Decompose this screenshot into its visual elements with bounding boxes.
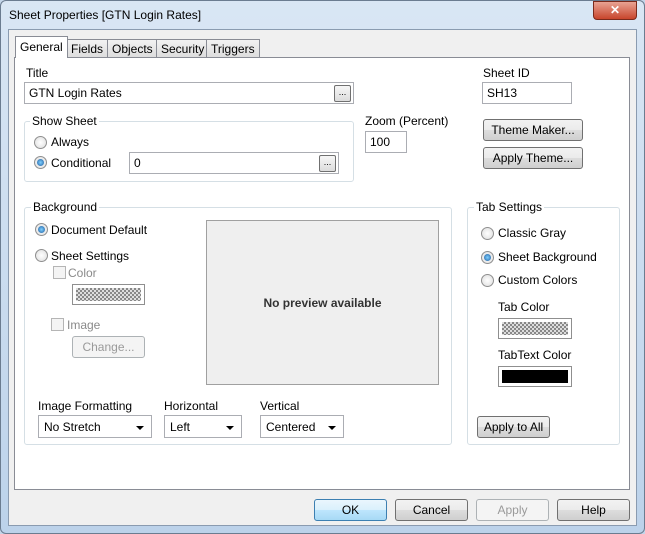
always-label: Always <box>51 135 90 149</box>
apply-button[interactable]: Apply <box>476 499 549 521</box>
preview-text: No preview available <box>263 295 382 310</box>
cancel-button[interactable]: Cancel <box>395 499 468 521</box>
title-expression-button[interactable]: ... <box>334 85 351 102</box>
apply-to-all-button[interactable]: Apply to All <box>477 416 550 438</box>
preview-area: No preview available <box>206 220 439 385</box>
horizontal-label: Horizontal <box>164 399 219 413</box>
sheet-id-input[interactable]: SH13 <box>482 82 572 104</box>
sheet-settings-label: Sheet Settings <box>51 249 130 263</box>
tab-color-label: Tab Color <box>498 300 550 314</box>
horizontal-select[interactable]: Left <box>164 415 242 438</box>
title-label: Title <box>26 66 49 80</box>
change-image-button[interactable]: Change... <box>72 336 145 358</box>
background-color-swatch[interactable] <box>72 284 145 305</box>
theme-maker-button[interactable]: Theme Maker... <box>483 119 583 141</box>
document-default-radio[interactable] <box>35 223 48 236</box>
window-title: Sheet Properties [GTN Login Rates] <box>9 8 202 22</box>
document-default-label: Document Default <box>51 223 148 237</box>
apply-theme-button[interactable]: Apply Theme... <box>483 147 583 169</box>
always-radio[interactable] <box>34 136 47 149</box>
custom-colors-label: Custom Colors <box>498 273 578 287</box>
condition-expression-button[interactable]: ... <box>319 155 336 172</box>
tab-text-color-swatch[interactable] <box>498 366 572 387</box>
classic-gray-label: Classic Gray <box>498 226 567 240</box>
color-label: Color <box>68 266 97 280</box>
tab-triggers[interactable]: Triggers <box>206 39 260 58</box>
zoom-label: Zoom (Percent) <box>365 114 449 128</box>
zoom-input[interactable]: 100 <box>365 131 407 153</box>
color-checkbox[interactable] <box>53 266 66 279</box>
sheet-settings-radio[interactable] <box>35 249 48 262</box>
classic-gray-radio[interactable] <box>481 227 494 240</box>
tab-security[interactable]: Security <box>156 39 210 58</box>
tab-objects[interactable]: Objects <box>107 39 158 58</box>
show-sheet-label: Show Sheet <box>30 114 99 128</box>
conditional-radio[interactable] <box>34 156 47 169</box>
vertical-select[interactable]: Centered <box>260 415 344 438</box>
tab-fields[interactable]: Fields <box>66 39 109 58</box>
image-label: Image <box>67 318 101 332</box>
image-checkbox[interactable] <box>51 318 64 331</box>
help-button[interactable]: Help <box>557 499 630 521</box>
image-formatting-label: Image Formatting <box>38 399 133 413</box>
tab-color-swatch[interactable] <box>498 318 572 339</box>
close-button[interactable]: ✕ <box>593 1 637 20</box>
ok-button[interactable]: OK <box>314 499 387 521</box>
conditional-label: Conditional <box>51 156 112 170</box>
condition-input[interactable]: 0 <box>129 152 339 174</box>
sheet-background-radio[interactable] <box>481 251 494 264</box>
tab-settings-label: Tab Settings <box>474 200 545 214</box>
image-formatting-select[interactable]: No Stretch <box>38 415 152 438</box>
custom-colors-radio[interactable] <box>481 274 494 287</box>
sheet-id-label: Sheet ID <box>483 66 530 80</box>
title-input[interactable]: GTN Login Rates <box>24 82 354 104</box>
tab-general[interactable]: General <box>15 36 68 58</box>
sheet-background-label: Sheet Background <box>498 250 597 264</box>
background-label: Background <box>31 200 100 214</box>
tab-text-color-label: TabText Color <box>498 348 572 362</box>
vertical-label: Vertical <box>260 399 300 413</box>
